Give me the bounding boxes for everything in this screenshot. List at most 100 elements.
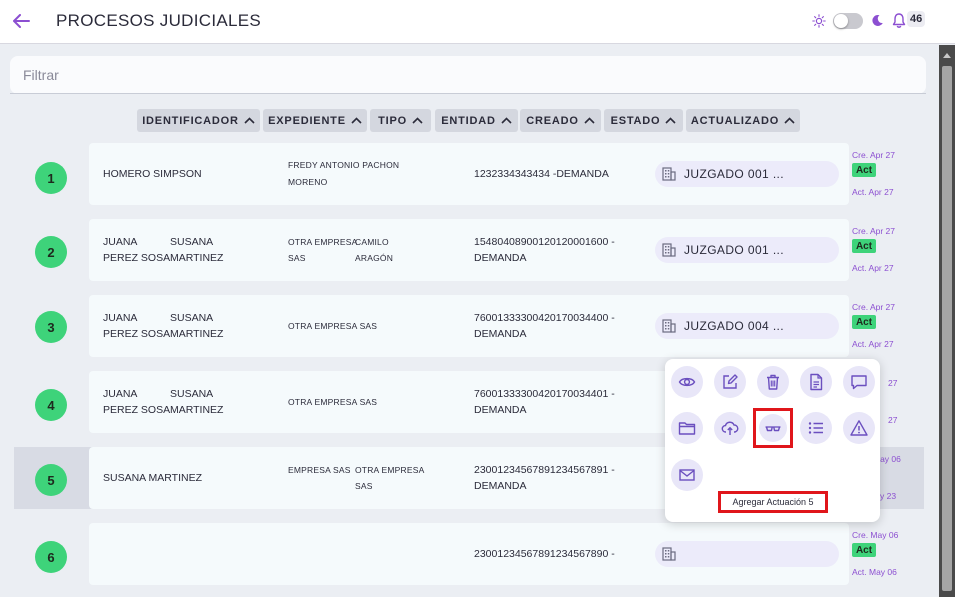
demandado-name: OTRA EMPRESA SAS (288, 321, 378, 331)
demandante-name: PEREZ SOSA (103, 252, 171, 264)
trash-icon (767, 374, 779, 390)
sort-header-tipo[interactable]: TIPO (370, 109, 431, 132)
bell-icon[interactable] (891, 12, 907, 29)
cloud-upload-icon (721, 421, 739, 435)
demandado-name: OTRA EMPRESA SAS (288, 397, 378, 407)
demandante-name: SUSANA MARTINEZ (103, 472, 202, 484)
juzgado-pill[interactable]: JUZGADO 004 ... (655, 313, 839, 339)
scroll-up-arrow[interactable] (943, 53, 951, 58)
folder-button[interactable] (671, 412, 703, 444)
document-icon (810, 373, 823, 391)
juzgado-pill[interactable]: JUZGADO 001 ... (655, 237, 839, 263)
demandante-name: JUANA (103, 312, 138, 324)
chevron-up-icon (412, 117, 423, 124)
status-badge: Act (852, 239, 876, 253)
status-badge: Act (852, 315, 876, 329)
row-number-badge: 6 (35, 541, 67, 573)
comment-icon (851, 375, 867, 390)
filter-underline (10, 93, 926, 94)
created-date: 27 (888, 378, 898, 388)
demandante-name: JUANA (103, 236, 138, 248)
top-bar: PROCESOS JUDICIALES 46 (0, 0, 955, 44)
building-icon (662, 319, 676, 333)
chevron-up-icon (244, 117, 255, 124)
demandado-name: OTRA EMPRESA (355, 465, 425, 475)
chevron-up-icon (351, 117, 362, 124)
sort-header-creado[interactable]: CREADO (520, 109, 601, 132)
radicado-text: 23001234567891234567890 - (474, 548, 615, 560)
comment-button[interactable] (843, 366, 875, 398)
add-actuacion-tooltip: Agregar Actuación 5 (718, 491, 828, 513)
notification-count: 46 (907, 11, 926, 27)
chevron-up-icon (501, 117, 512, 124)
created-date: Cre. Apr 27 (852, 226, 895, 236)
page-title: PROCESOS JUDICIALES (56, 11, 262, 30)
radicado-text: DEMANDA (474, 480, 527, 492)
demandante-name: MARTINEZ (170, 252, 224, 264)
sort-header-label: ENTIDAD (441, 114, 496, 127)
sort-header-label: CREADO (526, 114, 579, 127)
glasses-icon (765, 426, 781, 432)
demandado-name: SAS (355, 481, 373, 491)
juzgado-label: JUZGADO 001 ... (684, 243, 785, 257)
radicado-text: 1232334343434 -DEMANDA (474, 168, 609, 180)
sort-header-actualizado[interactable]: ACTUALIZADO (686, 109, 800, 132)
sort-header-label: EXPEDIENTE (268, 114, 346, 127)
list-button[interactable] (800, 412, 832, 444)
delete-button[interactable] (757, 366, 789, 398)
demandante-name: JUANA (103, 388, 138, 400)
status-badge: Act (852, 163, 876, 177)
sort-header-estado[interactable]: ESTADO (604, 109, 683, 132)
demandado-name: FREDY ANTONIO PACHON (288, 160, 400, 170)
view-button[interactable] (671, 366, 703, 398)
radicado-text: 23001234567891234567891 - (474, 464, 615, 476)
demandante-name: HOMERO SIMPSON (103, 168, 202, 180)
demandante-name: MARTINEZ (170, 328, 224, 340)
back-arrow-icon[interactable] (10, 10, 32, 32)
upload-button[interactable] (714, 412, 746, 444)
updated-date: Act. Apr 27 (852, 187, 894, 197)
created-date: Cre. May 06 (852, 530, 899, 540)
filter-input[interactable] (10, 56, 926, 94)
chevron-up-icon (584, 117, 595, 124)
demandante-name: MARTINEZ (170, 404, 224, 416)
demandante-name: SUSANA (170, 388, 214, 400)
sort-header-expediente[interactable]: EXPEDIENTE (263, 109, 367, 132)
scroll-thumb[interactable] (942, 66, 952, 591)
demandante-name: SUSANA (170, 312, 214, 324)
building-icon (662, 243, 676, 257)
warning-icon (850, 420, 868, 436)
add-actuacion-button[interactable] (753, 408, 793, 448)
document-button[interactable] (800, 366, 832, 398)
sort-header-label: IDENTIFICADOR (142, 114, 239, 127)
sort-header-label: ESTADO (610, 114, 661, 127)
juzgado-label: JUZGADO 004 ... (684, 319, 785, 333)
juzgado-label: JUZGADO 001 ... (684, 167, 785, 181)
demandado-name: MORENO (288, 177, 328, 187)
radicado-text: DEMANDA (474, 252, 527, 264)
updated-date: 27 (888, 415, 898, 425)
folder-icon (678, 422, 696, 435)
theme-toggle[interactable] (833, 13, 863, 29)
row-number-badge: 4 (35, 389, 67, 421)
mail-button[interactable] (671, 459, 703, 491)
sort-header-identificador[interactable]: IDENTIFICADOR (137, 109, 260, 132)
edit-button[interactable] (714, 366, 746, 398)
sort-header-entidad[interactable]: ENTIDAD (435, 109, 518, 132)
updated-date: Act. Apr 27 (852, 339, 894, 349)
demandante-name: SUSANA (170, 236, 214, 248)
juzgado-pill[interactable] (655, 541, 839, 567)
demandado-name: SAS (288, 253, 306, 263)
demandado-name: OTRA EMPRESA (288, 237, 358, 247)
add-actuacion-inner (759, 414, 787, 442)
building-icon (662, 547, 676, 561)
updated-date: Act. May 06 (852, 567, 897, 577)
row-number-badge: 3 (35, 311, 67, 343)
building-icon (662, 167, 676, 181)
row-number-badge: 5 (35, 464, 67, 496)
updated-date: Act. Apr 27 (852, 263, 894, 273)
demandante-name: PEREZ SOSA (103, 328, 171, 340)
warning-button[interactable] (843, 412, 875, 444)
juzgado-pill[interactable]: JUZGADO 001 ... (655, 161, 839, 187)
list-icon (808, 422, 823, 434)
